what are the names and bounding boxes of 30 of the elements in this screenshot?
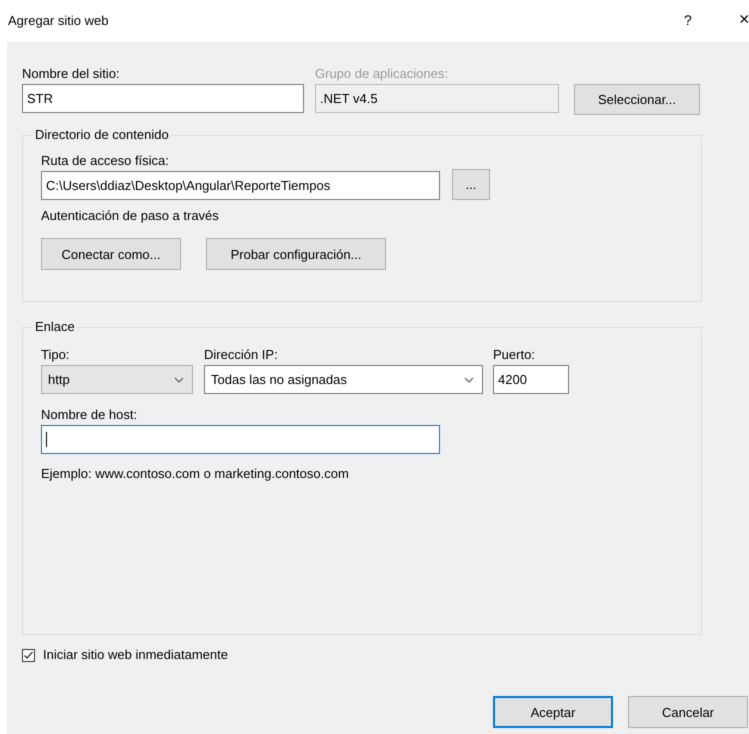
checkbox-label: Iniciar sitio web inmediatamente [43, 647, 228, 663]
close-button[interactable]: × [739, 9, 749, 30]
site-name-field[interactable]: STR [22, 84, 304, 113]
type-dropdown[interactable]: http [41, 365, 193, 394]
ip-dropdown[interactable]: Todas las no asignadas [204, 365, 483, 394]
group-legend: Enlace [33, 319, 77, 335]
field-label: Puerto: [493, 347, 536, 363]
dialog-button[interactable]: Cancelar [628, 696, 748, 728]
dialog-button[interactable]: Probar configuración... [206, 238, 386, 270]
help-button[interactable]: ? [684, 12, 692, 28]
port-field[interactable]: 4200 [493, 365, 569, 394]
example-text: Ejemplo: www.contoso.com o marketing.contoso.com [41, 466, 350, 482]
field-label: Dirección IP: [204, 347, 279, 363]
field-label: Nombre del sitio: [22, 66, 121, 82]
window-title: Agregar sitio web [8, 12, 108, 28]
path-field[interactable]: C:\Users\ddiaz\Desktop\Angular\ReporteTiempos [41, 171, 440, 200]
dialog-button[interactable]: Conectar como... [41, 238, 181, 270]
checkbox[interactable] [22, 648, 35, 662]
group-legend: Directorio de contenido [33, 127, 171, 143]
app-pool-field: .NET v4.5 [315, 84, 559, 113]
browse-button[interactable]: ... [452, 169, 490, 200]
auth-text: Autenticación de paso a través [41, 208, 220, 224]
field-label: Grupo de aplicaciones: [315, 66, 449, 82]
field-label: Nombre de host: [41, 407, 138, 423]
chevron-down-icon [464, 376, 474, 382]
dialog-button[interactable]: Aceptar [493, 696, 613, 728]
chevron-down-icon [174, 376, 184, 382]
field-label: Tipo: [41, 347, 70, 363]
field-label: Ruta de acceso física: [41, 153, 170, 169]
host-field[interactable] [41, 425, 440, 454]
